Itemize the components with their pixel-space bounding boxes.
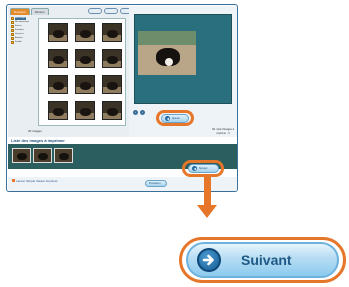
preview-frame (134, 14, 232, 104)
thumbnail[interactable] (75, 49, 95, 68)
next-button-label: Suivant (241, 252, 292, 268)
tree-item[interactable]: Exemples (11, 29, 37, 32)
source-tabs: Dossiers Albums (10, 8, 49, 15)
thumbnail[interactable] (102, 101, 122, 120)
print-total-note: Nb. total d'images à imprimer : 3 (211, 128, 235, 135)
tab-folders[interactable]: Dossiers (10, 8, 30, 15)
tree-item-label: Animaux (15, 37, 23, 39)
thumbnail-grid (38, 18, 155, 137)
thumbnail[interactable] (75, 23, 95, 42)
image-count: 20 images (28, 129, 42, 133)
folder-icon (11, 41, 14, 44)
arrow-right-icon (197, 248, 221, 272)
preview-pane: ‹ › Ajouter Nb. total d'images à imprime… (129, 6, 237, 137)
footer-launch-label: Lancer Simple Viewer imprimer (12, 179, 58, 183)
previous-button[interactable]: Précédent (145, 180, 167, 187)
thumbnail[interactable] (48, 23, 68, 42)
arrow-right-icon (165, 116, 170, 121)
previous-image-button[interactable]: ‹ (133, 110, 138, 115)
print-list-thumbnail[interactable] (54, 148, 73, 163)
tab-albums[interactable]: Albums (30, 8, 49, 15)
folder-icon (11, 37, 14, 40)
print-list-title: Liste des images à imprimer (11, 138, 65, 143)
next-button[interactable]: Suivant (186, 242, 339, 278)
thumbnail[interactable] (48, 49, 68, 68)
view-buttons (88, 8, 134, 14)
preview-photo (138, 31, 196, 75)
thumbnail[interactable] (102, 23, 122, 42)
checkbox-icon[interactable] (12, 179, 15, 182)
tree-item-label: Bureau (15, 25, 22, 27)
thumbnail[interactable] (75, 75, 95, 94)
tree-item-label: Mes images (15, 17, 26, 20)
print-list-thumbnail[interactable] (33, 148, 52, 163)
tree-item-label: Famille (15, 41, 22, 43)
next-image-button[interactable]: › (140, 110, 145, 115)
folder-icon (11, 33, 14, 36)
callout-arrow-shaft (204, 176, 211, 207)
tree-item[interactable]: Bureau (11, 25, 37, 28)
tree-item-label: Exemples (15, 29, 24, 31)
tree-item[interactable]: Mes documents (11, 21, 37, 24)
print-list-header: Liste des images à imprimer (8, 138, 237, 143)
next-button-small-label: Suivant (199, 167, 208, 170)
thumbnail[interactable] (48, 101, 68, 120)
preview-navigation: ‹ › (133, 110, 145, 115)
thumbnail[interactable] (48, 75, 68, 94)
thumbnail[interactable] (102, 49, 122, 68)
folder-tree: Mes images Mes documents Bureau Exemples… (11, 17, 37, 44)
arrow-right-icon (192, 166, 197, 171)
tree-item[interactable]: Famille (11, 41, 37, 44)
print-list-thumbnail[interactable] (12, 148, 31, 163)
view-button-1[interactable] (88, 8, 102, 14)
folder-icon (11, 21, 14, 24)
tree-item[interactable]: Animaux (11, 37, 37, 40)
next-button-small[interactable]: Suivant (188, 164, 219, 173)
folder-icon (11, 29, 14, 32)
add-to-print-label: Ajouter (172, 117, 180, 120)
tree-item[interactable]: Mes images (11, 17, 37, 20)
print-wizard-window: Dossiers Albums Mes images Mes documents… (6, 4, 238, 192)
folder-icon (11, 25, 14, 28)
image-browser-pane: Dossiers Albums Mes images Mes documents… (8, 6, 155, 137)
thumbnail[interactable] (102, 75, 122, 94)
tree-item-label: Mes documents (15, 21, 30, 23)
folder-icon (11, 17, 14, 20)
previous-button-label: Précédent (149, 182, 161, 185)
thumbnail[interactable] (75, 101, 95, 120)
callout-arrow-head (197, 205, 217, 218)
tree-item-label: Vacances (15, 33, 24, 35)
view-button-2[interactable] (104, 8, 118, 14)
tree-item[interactable]: Vacances (11, 33, 37, 36)
add-to-print-button[interactable]: Ajouter (161, 114, 189, 123)
